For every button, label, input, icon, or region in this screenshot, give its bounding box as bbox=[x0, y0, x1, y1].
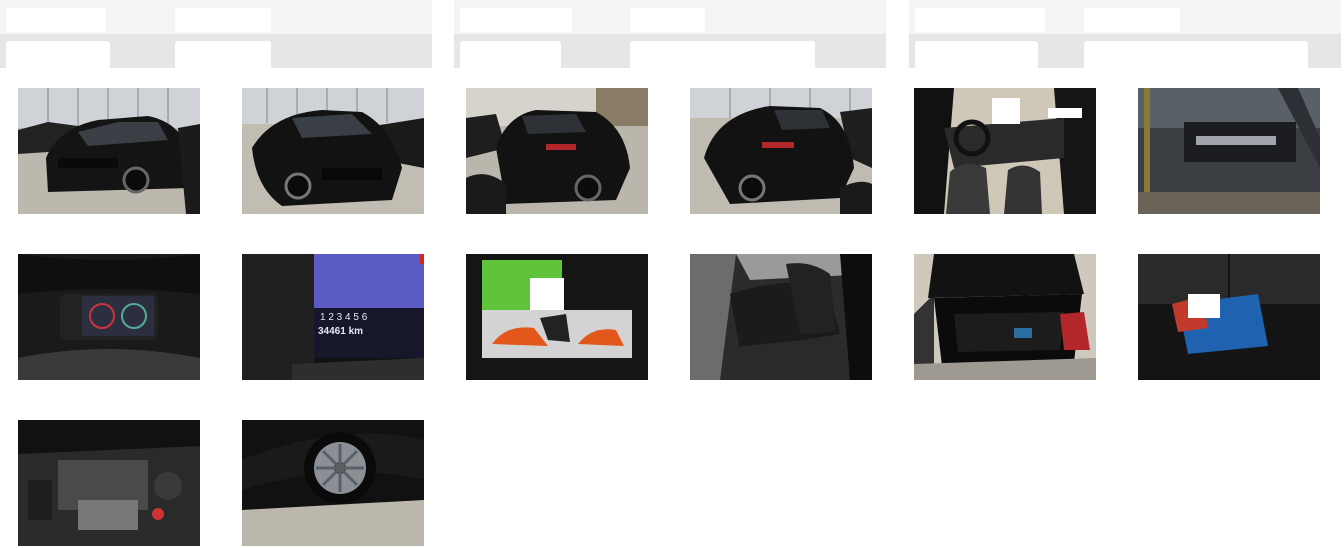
photo-rear-seats[interactable] bbox=[690, 254, 872, 380]
odometer-gears: 1 2 3 4 5 6 bbox=[320, 312, 368, 323]
header-field bbox=[6, 8, 106, 32]
photo-odometer[interactable]: 1 2 3 4 5 6 34461 km bbox=[242, 254, 424, 380]
header-field bbox=[460, 8, 572, 32]
photo-open-trunk[interactable] bbox=[914, 254, 1096, 380]
header-panel-middle bbox=[454, 0, 886, 68]
header-field bbox=[915, 8, 1045, 32]
photo-trunk-accessories[interactable] bbox=[1138, 254, 1320, 380]
photo-wheel[interactable] bbox=[242, 420, 424, 546]
header-field bbox=[175, 41, 271, 68]
header-field bbox=[630, 41, 815, 68]
photo-car-rear-right[interactable] bbox=[690, 88, 872, 214]
redaction-box bbox=[1048, 108, 1082, 118]
photo-engine-bay[interactable] bbox=[18, 420, 200, 546]
redaction-box bbox=[1188, 294, 1220, 318]
header-field bbox=[1084, 8, 1180, 32]
photo-car-front-left[interactable] bbox=[18, 88, 200, 214]
photo-owner-manual[interactable] bbox=[466, 254, 648, 380]
header-field bbox=[6, 41, 110, 68]
photo-vin-plate[interactable] bbox=[1138, 88, 1320, 214]
odometer-reading: 34461 km bbox=[318, 326, 363, 337]
header-field bbox=[630, 8, 705, 32]
header-field bbox=[175, 8, 271, 32]
header-field bbox=[915, 41, 1038, 68]
header-field bbox=[1084, 41, 1308, 68]
redaction-box bbox=[992, 98, 1020, 124]
redaction-box bbox=[530, 278, 564, 310]
header-panel-right bbox=[909, 0, 1341, 68]
photo-car-rear-left[interactable] bbox=[466, 88, 648, 214]
photo-instrument-cluster[interactable] bbox=[18, 254, 200, 380]
header-panel-left bbox=[0, 0, 432, 68]
photo-car-front-right[interactable] bbox=[242, 88, 424, 214]
photo-car-interior[interactable] bbox=[914, 88, 1096, 214]
header-field bbox=[460, 41, 561, 68]
